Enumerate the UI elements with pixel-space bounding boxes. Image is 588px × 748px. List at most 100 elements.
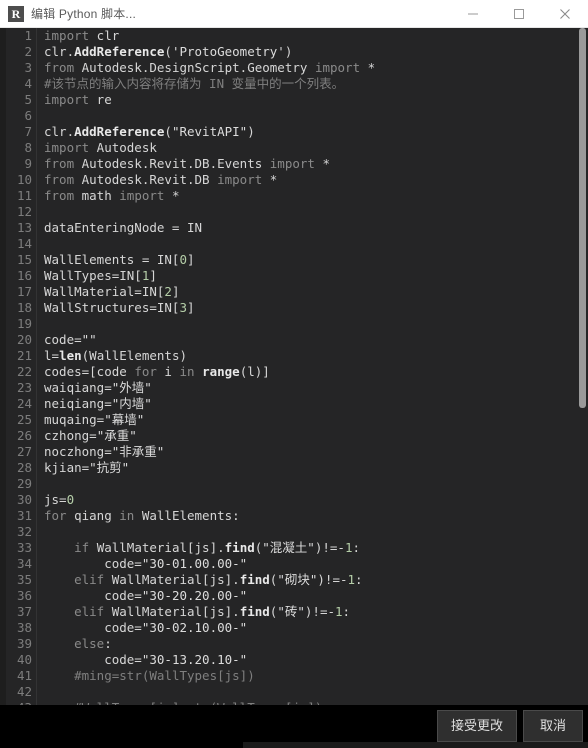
window-title: 编辑 Python 脚本... (31, 7, 137, 21)
code-token-num: 2 (164, 284, 172, 299)
code-line-text[interactable] (37, 684, 588, 700)
line-number: 18 (6, 300, 37, 316)
code-line-text[interactable]: for qiang in WallElements: (37, 508, 588, 524)
close-button[interactable] (542, 0, 588, 27)
code-line-text[interactable]: import Autodesk (37, 140, 588, 156)
minimize-button[interactable] (450, 0, 496, 27)
code-token-pl: WallElements = IN[ (44, 252, 180, 267)
code-line-text[interactable]: WallElements = IN[0] (37, 252, 588, 268)
code-line-text[interactable]: elif WallMaterial[js].find("砖")!=-1: (37, 604, 588, 620)
code-line-text[interactable] (37, 236, 588, 252)
code-line-text[interactable]: code="30-20.20.00-" (37, 588, 588, 604)
code-line-text[interactable]: code="" (37, 332, 588, 348)
code-token-pl: : (352, 540, 361, 555)
code-line: 35 elif WallMaterial[js].find("砌块")!=-1: (6, 572, 588, 588)
code-line-text[interactable] (37, 524, 588, 540)
code-token-pl: Autodesk.DesignScript.Geometry (74, 60, 315, 75)
accept-changes-button[interactable]: 接受更改 (437, 710, 517, 742)
code-line-text[interactable]: from Autodesk.DesignScript.Geometry impo… (37, 60, 588, 76)
code-scroll-viewport[interactable]: 1 import clr 2 clr.AddReference('ProtoGeome… (6, 28, 588, 705)
code-line-text[interactable]: czhong="承重" (37, 428, 588, 444)
code-line-text[interactable]: dataEnteringNode = IN (37, 220, 588, 236)
code-line-text[interactable]: WallStructures=IN[3] (37, 300, 588, 316)
code-line-text[interactable]: codes=[code for i in range(l)] (37, 364, 588, 380)
code-line-text[interactable]: elif WallMaterial[js].find("砌块")!=-1: (37, 572, 588, 588)
code-line-text[interactable]: code="30-01.00.00-" (37, 556, 588, 572)
code-line-text[interactable]: #ming=str(WallTypes[js]) (37, 668, 588, 684)
code-line-text[interactable]: import re (37, 92, 588, 108)
vertical-scrollbar[interactable] (577, 28, 588, 705)
code-token-pl: code= (44, 652, 142, 667)
code-line-text[interactable] (37, 316, 588, 332)
code-line: 26 czhong="承重" (6, 428, 588, 444)
line-number: 32 (6, 524, 37, 540)
python-script-editor-dialog: R 编辑 Python 脚本... 1 import clr 2 clr.AddRef… (0, 0, 588, 748)
code-token-pl: clr. (44, 124, 75, 139)
code-line: 24 neiqiang="内墙" (6, 396, 588, 412)
code-token-pl: math (74, 188, 120, 203)
code-token-pl: ] (149, 268, 157, 283)
line-number: 25 (6, 412, 37, 428)
code-line-text[interactable] (37, 204, 588, 220)
line-number: 1 (6, 28, 37, 44)
line-number: 6 (6, 108, 37, 124)
code-line-text[interactable]: clr.AddReference("RevitAPI") (37, 124, 588, 140)
code-line-text[interactable]: from Autodesk.Revit.DB.Events import * (37, 156, 588, 172)
line-number: 12 (6, 204, 37, 220)
code-token-str: "外墙" (111, 380, 152, 395)
code-token-pl: WallMaterial=IN[ (44, 284, 165, 299)
code-line-text[interactable]: import clr (37, 28, 588, 44)
code-line-text[interactable]: from math import * (37, 188, 588, 204)
code-line: 38 code="30-02.10.00-" (6, 620, 588, 636)
code-line: 23 waiqiang="外墙" (6, 380, 588, 396)
code-token-kw: in (179, 364, 195, 379)
code-token-kw: from (44, 60, 75, 75)
revit-r-icon: R (8, 5, 24, 22)
code-token-fn: AddReference (74, 124, 165, 139)
maximize-button[interactable] (496, 0, 542, 27)
code-line-text[interactable]: kjian="抗剪" (37, 460, 588, 476)
code-line-text[interactable]: js=0 (37, 492, 588, 508)
code-token-pl: )!=- (314, 540, 345, 555)
code-line-text[interactable]: neiqiang="内墙" (37, 396, 588, 412)
code-line-text[interactable]: WallTypes=IN[1] (37, 268, 588, 284)
line-number: 11 (6, 188, 37, 204)
code-line-text[interactable] (37, 108, 588, 124)
code-token-str: "" (81, 332, 97, 347)
code-token-pl: * (164, 188, 180, 203)
code-line-text[interactable]: muqaing="幕墙" (37, 412, 588, 428)
code-token-fn: find (224, 540, 255, 555)
code-line-text[interactable]: clr.AddReference('ProtoGeometry') (37, 44, 588, 60)
code-line-text[interactable]: else: (37, 636, 588, 652)
line-number: 28 (6, 460, 37, 476)
line-number: 34 (6, 556, 37, 572)
code-line-text[interactable] (37, 476, 588, 492)
code-line: 13 dataEnteringNode = IN (6, 220, 588, 236)
line-number: 24 (6, 396, 37, 412)
code-line-text[interactable]: waiqiang="外墙" (37, 380, 588, 396)
vertical-scrollbar-thumb[interactable] (579, 28, 586, 408)
code-line-text[interactable]: WallMaterial=IN[2] (37, 284, 588, 300)
code-line-text[interactable]: l=len(WallElements) (37, 348, 588, 364)
code-token-num: 1 (347, 572, 356, 587)
code-token-pl: clr. (44, 44, 75, 59)
line-number: 38 (6, 620, 37, 636)
code-line: 32 (6, 524, 588, 540)
line-number: 26 (6, 428, 37, 444)
code-line: 41 #ming=str(WallTypes[js]) (6, 668, 588, 684)
cancel-button[interactable]: 取消 (523, 710, 583, 742)
code-line-text[interactable]: from Autodesk.Revit.DB import * (37, 172, 588, 188)
code-line: 16 WallTypes=IN[1] (6, 268, 588, 284)
code-editor[interactable]: 1 import clr 2 clr.AddReference('ProtoGeome… (0, 28, 588, 705)
code-line: 8 import Autodesk (6, 140, 588, 156)
code-line-text[interactable]: #该节点的输入内容将存储为 IN 变量中的一个列表。 (37, 76, 588, 92)
code-line-text[interactable]: code="30-02.10.00-" (37, 620, 588, 636)
code-token-kw: import (119, 188, 165, 203)
code-line-text[interactable]: if WallMaterial[js].find("混凝土")!=-1: (37, 540, 588, 556)
code-line-text[interactable]: noczhong="非承重" (37, 444, 588, 460)
code-token-pl: * (314, 156, 330, 171)
code-line-text[interactable]: code="30-13.20.10-" (37, 652, 588, 668)
code-token-num: 3 (179, 300, 187, 315)
